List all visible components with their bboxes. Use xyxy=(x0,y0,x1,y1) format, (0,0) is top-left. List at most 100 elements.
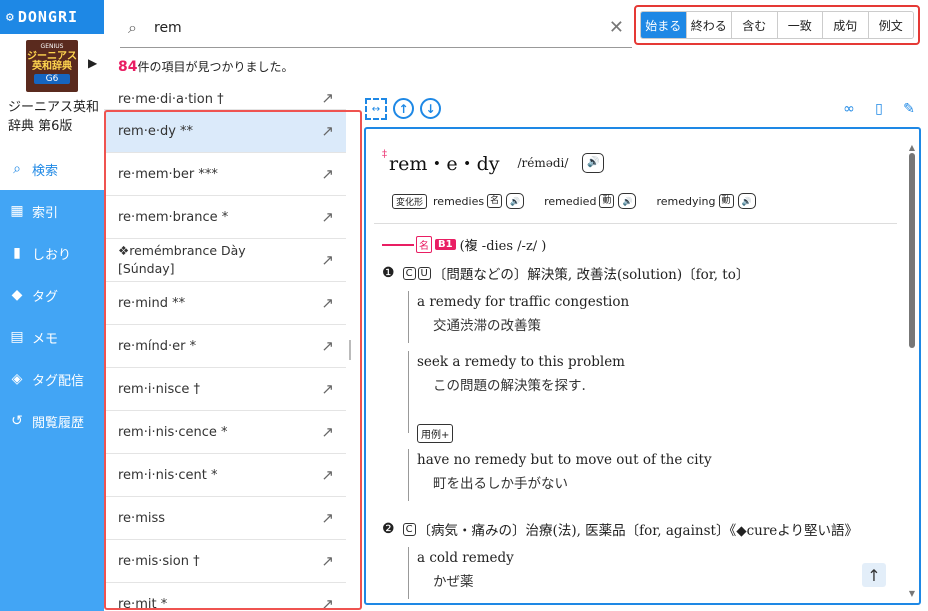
scroll-up-icon[interactable]: ▲ xyxy=(907,143,917,152)
example-3: have no remedy but to move out of the ci… xyxy=(408,449,712,501)
more-examples-button[interactable]: 用例+ xyxy=(417,424,454,443)
book-cover[interactable]: GENIUS ジーニアス英和辞典 G6 xyxy=(26,40,78,92)
pos-dash xyxy=(382,243,414,246)
result-count: 84件の項目が見つかりました。 xyxy=(118,58,294,75)
book-title: ジーニアス英和辞典 第6版 xyxy=(8,100,100,134)
entry-toolbar-left: ↔ ↑ ↓ xyxy=(365,98,441,120)
example-ja: この問題の解決策を探す. xyxy=(433,378,586,394)
cover-title: ジーニアス英和辞典 xyxy=(27,51,77,72)
scroll-down-icon[interactable]: ▼ xyxy=(907,589,917,598)
example-en: seek a remedy to this problem xyxy=(417,354,625,370)
pronunciation: /rémədi/ xyxy=(517,155,569,170)
scroll-thumb[interactable] xyxy=(909,153,915,348)
example-gap xyxy=(408,403,417,433)
sense-2: ❷ C 〔病気・痛みの〕治療(法), 医薬品〔for, against〕《◆cu… xyxy=(382,519,858,539)
example-ja: 交通渋滞の改善策 xyxy=(433,318,541,334)
arrow-down-icon[interactable]: ↓ xyxy=(420,98,441,119)
entry-panel: ‡ rem・e・dy /rémədi/ 🔊 変化形 remedies 名 🔊 rem… xyxy=(364,127,921,605)
list-item-label: re·me·di·a·tion † xyxy=(118,92,224,107)
result-list-frame xyxy=(104,110,362,610)
close-icon[interactable]: ✕ xyxy=(609,17,624,38)
nav-item-history[interactable]: ↺ 閲覧履歴 xyxy=(0,400,104,442)
entry-content: ‡ rem・e・dy /rémədi/ 🔊 変化形 remedies 名 🔊 rem… xyxy=(366,129,901,603)
sidebar: ⚙ DONGRI GENIUS ジーニアス英和辞典 G6 ▶ ジーニアス英和辞典… xyxy=(0,0,104,611)
mode-ends-with[interactable]: 終わる xyxy=(686,12,732,38)
result-count-text: 件の項目が見つかりました。 xyxy=(137,60,294,74)
result-count-number: 84 xyxy=(118,59,138,75)
pos-tag: 名 xyxy=(487,194,503,208)
nav-label: タグ xyxy=(32,289,59,305)
entry-scrollbar[interactable]: ▲ ▼ xyxy=(907,143,917,598)
brand-logo: ⚙ DONGRI xyxy=(0,0,104,34)
speaker-icon[interactable]: 🔊 xyxy=(582,152,605,173)
tag-share-icon: ◈ xyxy=(11,371,23,387)
history-icon: ↺ xyxy=(11,413,23,429)
nav-label: 索引 xyxy=(32,205,59,221)
nav-label: 検索 xyxy=(32,163,59,179)
pos-tag: 動 xyxy=(718,194,734,208)
memo-icon[interactable]: ✎ xyxy=(898,98,920,120)
brand-name: DONGRI xyxy=(17,8,79,26)
search-icon: ⌕ xyxy=(128,17,137,37)
play-icon[interactable]: ▶ xyxy=(88,56,97,70)
scroll-top-button[interactable]: ↑ xyxy=(862,563,886,587)
book-panel[interactable]: GENIUS ジーニアス英和辞典 G6 ▶ ジーニアス英和辞典 第6版 xyxy=(0,34,104,148)
plural-form: (複 -dies /-z/ ) xyxy=(459,239,547,254)
tag-icon: ◆ xyxy=(11,287,23,303)
nav-label: メモ xyxy=(32,331,59,347)
speaker-icon[interactable]: 🔊 xyxy=(737,193,756,209)
link-icon[interactable]: ∞ xyxy=(838,98,860,120)
bookmark-icon[interactable]: ▯ xyxy=(868,98,890,120)
nav-item-tag[interactable]: ◆ タグ xyxy=(0,274,104,316)
mode-starts-with[interactable]: 始まる xyxy=(641,12,687,38)
list-item[interactable]: re·me·di·a·tion † ↗ xyxy=(104,84,346,110)
nav-item-memo[interactable]: ▤ メモ xyxy=(0,316,104,358)
speaker-icon[interactable]: 🔊 xyxy=(506,193,525,209)
mode-phrase[interactable]: 成句 xyxy=(823,12,869,38)
cover-edition: G6 xyxy=(34,74,70,84)
search-mode-group: 始まる 終わる 含む 一致 成句 例文 xyxy=(640,11,914,39)
list-scrollbar[interactable] xyxy=(349,340,351,360)
inflection-word: remedied xyxy=(544,194,597,208)
divider xyxy=(374,223,897,224)
inflection-row: 変化形 remedies 名 🔊 remedied 動 🔊 remedying 動 🔊 xyxy=(392,193,756,209)
pos-line: 名 B1 (複 -dies /-z/ ) xyxy=(382,235,546,254)
external-link-icon[interactable]: ↗ xyxy=(321,89,334,107)
nav-item-search[interactable]: ⌕ 検索 xyxy=(0,148,104,190)
sense-1: ❶ C U 〔問題などの〕解決策, 改善法(solution)〔for, to〕 xyxy=(382,263,749,283)
nav-item-index[interactable]: ▦ 索引 xyxy=(0,190,104,232)
example-ja: かぜ薬 xyxy=(433,574,474,590)
sense-number: ❶ xyxy=(382,265,395,281)
bookmark-icon: ▮ xyxy=(13,245,21,261)
countable-tag: C xyxy=(402,266,416,280)
speaker-icon[interactable]: 🔊 xyxy=(618,193,637,209)
mode-example[interactable]: 例文 xyxy=(868,12,913,38)
nav-menu: ⌕ 検索 ▦ 索引 ▮ しおり ◆ タグ ▤ メモ ◈ タグ配信 ↺ 閲覧履歴 xyxy=(0,148,104,442)
mode-exact[interactable]: 一致 xyxy=(777,12,823,38)
sense-definition: 〔問題などの〕解決策, 改善法(solution)〔for, to〕 xyxy=(432,267,750,283)
memo-icon: ▤ xyxy=(10,329,24,345)
nav-item-tag-share[interactable]: ◈ タグ配信 xyxy=(0,358,104,400)
inflection-word: remedying xyxy=(656,194,716,208)
uncountable-tag: U xyxy=(417,266,431,280)
search-bar: ⌕ ✕ xyxy=(120,8,632,48)
inflection-word: remedies xyxy=(433,194,485,208)
search-input[interactable] xyxy=(154,19,609,36)
search-mode-panel: 始まる 終わる 含む 一致 成句 例文 xyxy=(634,5,920,45)
arrow-up-icon[interactable]: ↑ xyxy=(393,98,414,119)
mode-contains[interactable]: 含む xyxy=(732,12,778,38)
example-ja: 町を出るしか手がない xyxy=(433,476,568,492)
example-1: a remedy for traffic congestion 交通渋滞の改善策 xyxy=(408,291,629,343)
expand-icon[interactable]: ↔ xyxy=(365,98,387,120)
app-logo-icon: ⚙ xyxy=(6,9,15,25)
search-icon: ⌕ xyxy=(13,161,21,177)
sense-number: ❷ xyxy=(382,521,395,537)
headword: rem・e・dy xyxy=(389,153,500,175)
example-4: a cold remedy かぜ薬 xyxy=(408,547,514,599)
nav-label: タグ配信 xyxy=(32,373,85,389)
pos-tag: 動 xyxy=(599,194,615,208)
entry-header: ‡ rem・e・dy /rémədi/ 🔊 xyxy=(382,149,605,176)
nav-item-bookmark[interactable]: ▮ しおり xyxy=(0,232,104,274)
inflection-label: 変化形 xyxy=(392,193,428,209)
countable-tag: C xyxy=(402,522,416,536)
